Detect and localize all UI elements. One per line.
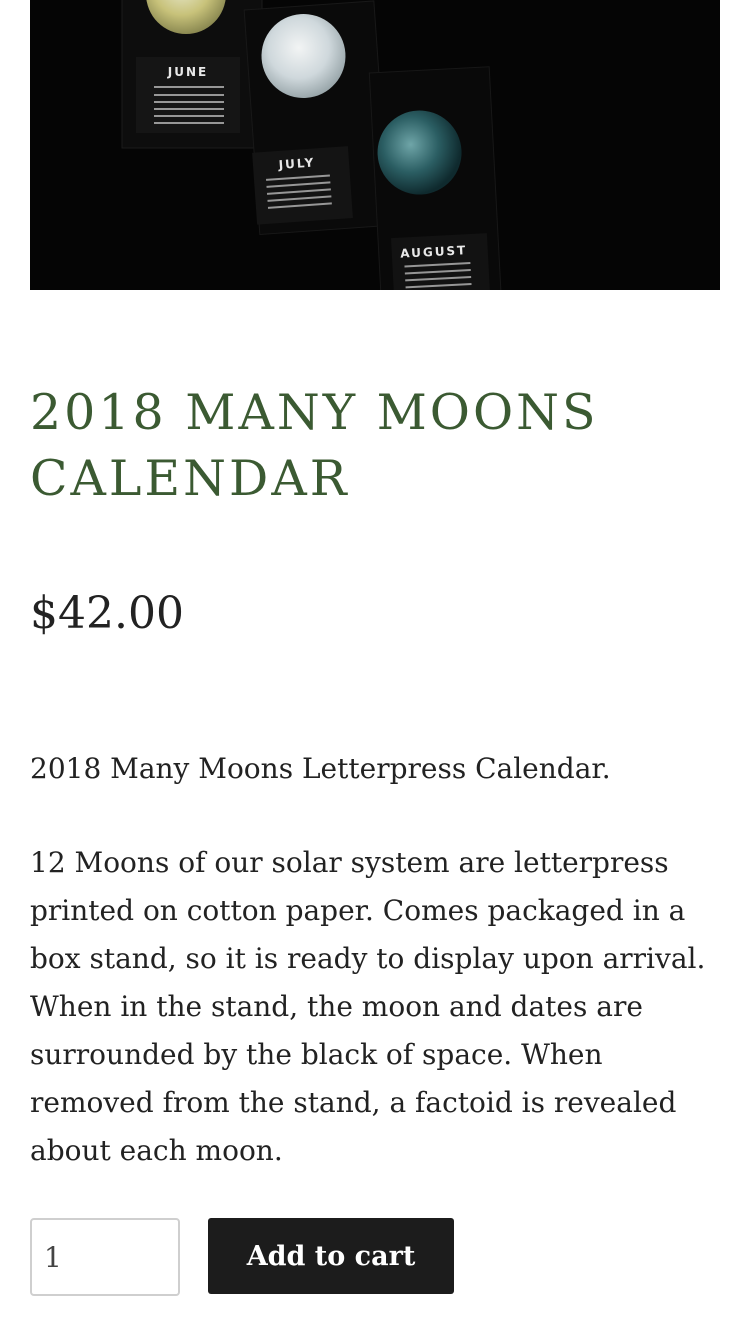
product-price: $42.00 xyxy=(30,588,184,639)
calendar-card-june: JUNE xyxy=(121,0,263,149)
calendar-card-july: JULY xyxy=(243,0,391,236)
month-june-label: JUNE xyxy=(167,65,208,79)
calendar-card-august: AUGUST xyxy=(368,66,503,290)
description-paragraph: 2018 Many Moons Letterpress Calendar. xyxy=(30,752,611,785)
month-july-label: JULY xyxy=(277,155,316,172)
product-title: 2018 MANY MOONS CALENDAR xyxy=(30,384,599,507)
product-image: JUNE JULY AUGUST xyxy=(30,0,720,290)
description-paragraph: 12 Moons of our solar system are letterp… xyxy=(30,846,706,1167)
quantity-input[interactable] xyxy=(30,1218,180,1296)
add-to-cart-button[interactable]: Add to cart xyxy=(208,1218,454,1294)
product-description: 2018 Many Moons Letterpress Calendar. 12… xyxy=(30,745,730,1221)
calendar-photo: JUNE JULY AUGUST xyxy=(121,0,503,290)
